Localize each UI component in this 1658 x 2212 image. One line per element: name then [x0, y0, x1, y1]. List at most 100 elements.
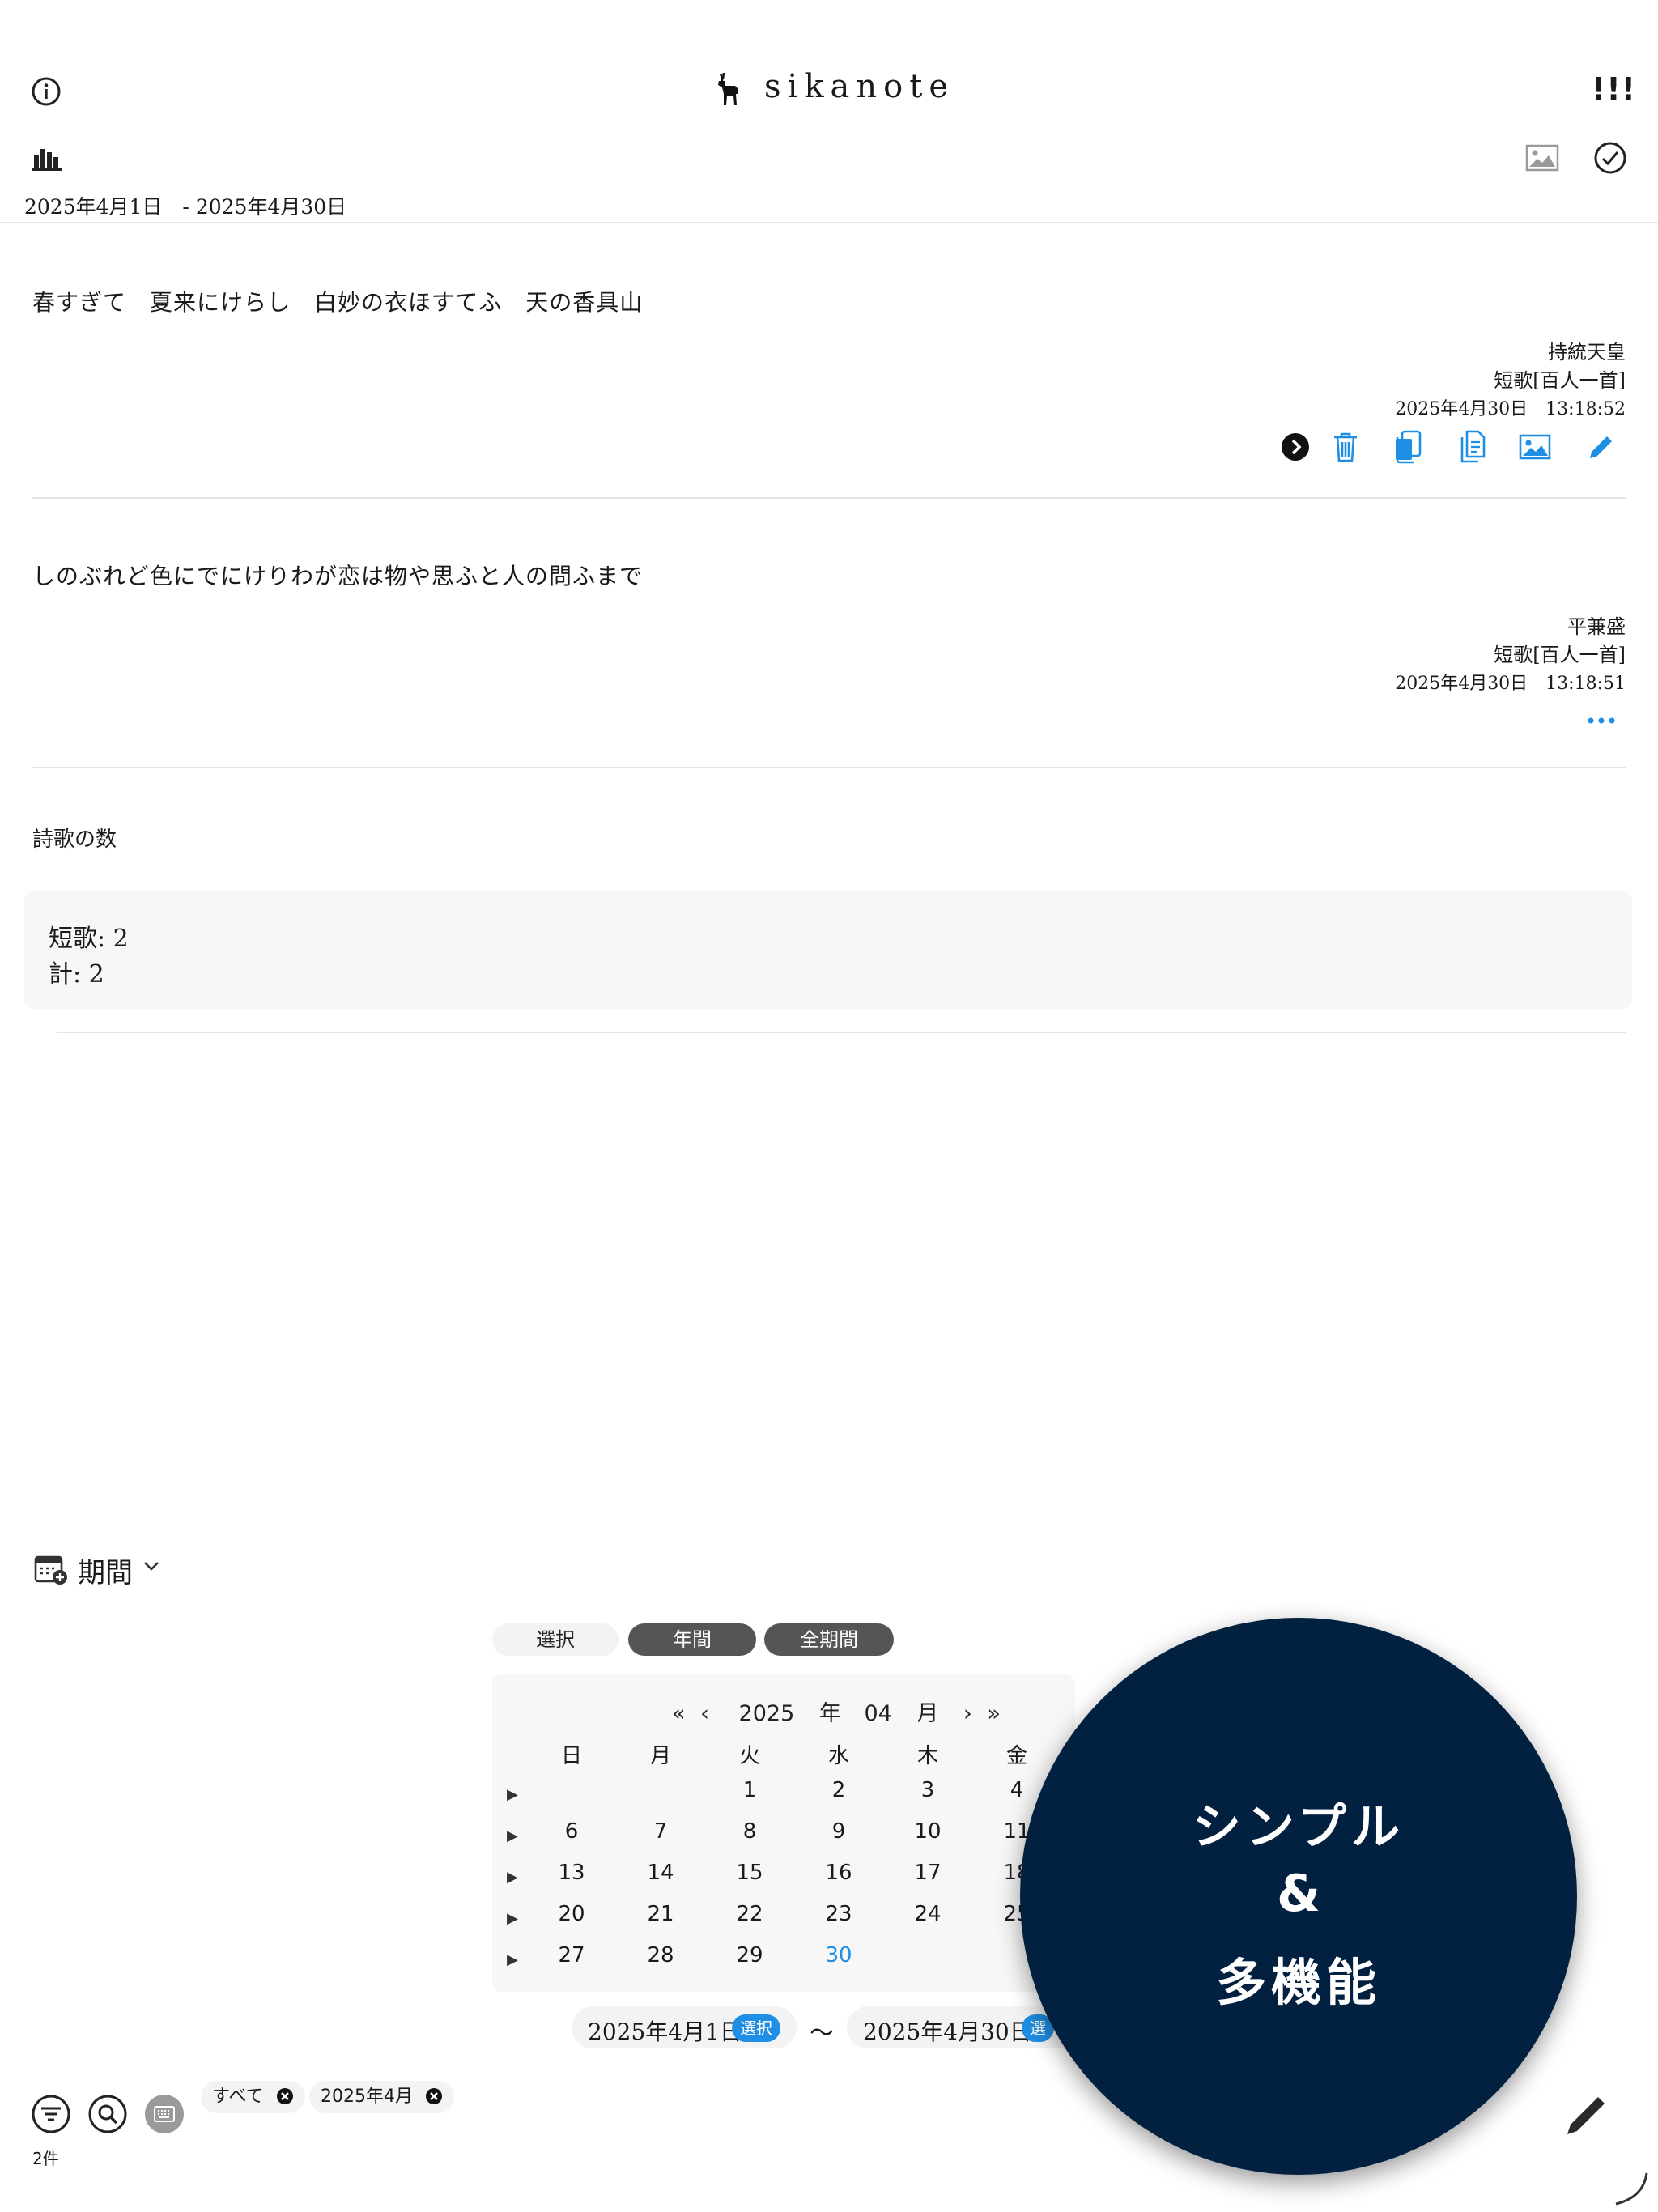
- year-unit: 年: [818, 1701, 841, 1726]
- calendar-day[interactable]: 9: [814, 1819, 863, 1844]
- calendar-nav: « ‹ 2025 年 04 月 › »: [672, 1695, 1001, 1727]
- chevron-down-icon[interactable]: [142, 1559, 160, 1572]
- stats-card: 短歌: 2 計: 2: [24, 891, 1632, 1009]
- entry-text[interactable]: しのぶれど色にでにけりわが恋は物や思ふと人の問ふまで: [32, 559, 643, 591]
- chip-label: すべて: [212, 2087, 264, 2107]
- calendar-day[interactable]: 22: [725, 1902, 774, 1926]
- entry-timestamp: 2025年4月30日 13:18:52: [1395, 399, 1626, 419]
- year-value: 2025: [738, 1701, 795, 1726]
- menu-button[interactable]: !!!: [1592, 71, 1636, 107]
- stats-divider: [57, 1032, 1626, 1033]
- filter-chip-all[interactable]: すべて: [201, 2081, 305, 2113]
- stats-total: 計: 2: [49, 960, 104, 989]
- promo-line-3: 多機能: [1215, 1953, 1381, 2012]
- prev-year-icon[interactable]: «: [672, 1701, 686, 1726]
- calendar-day[interactable]: 29: [725, 1943, 774, 1967]
- filter-icon[interactable]: [31, 2094, 71, 2134]
- entry-meta: 持統天皇 短歌[百人一首] 2025年4月30日 13:18:52: [1395, 338, 1626, 423]
- image-icon[interactable]: [1519, 434, 1551, 460]
- calendar-day[interactable]: 30: [814, 1943, 863, 1967]
- start-select-button[interactable]: 選択: [732, 2014, 780, 2042]
- week-row-expand-icon[interactable]: ▶: [507, 1869, 518, 1886]
- weekday-label: 木: [916, 1744, 938, 1768]
- info-icon[interactable]: [31, 76, 62, 107]
- entry-text[interactable]: 春すぎて 夏来にけらし 白妙の衣ほすてふ 天の香具山: [32, 285, 643, 317]
- compose-pencil-icon[interactable]: [1562, 2089, 1613, 2139]
- calendar-day[interactable]: 16: [814, 1861, 863, 1885]
- copy-icon[interactable]: [1392, 429, 1423, 465]
- month-unit: 月: [916, 1701, 939, 1726]
- weekday-label: 日: [560, 1744, 582, 1768]
- search-icon[interactable]: [87, 2094, 128, 2134]
- deer-logo-icon: [718, 72, 738, 105]
- end-date: 2025年4月30日: [863, 2018, 1032, 2045]
- calendar-day[interactable]: 17: [903, 1861, 952, 1885]
- promo-line-1: シンプル: [1192, 1799, 1405, 1856]
- next-year-icon[interactable]: »: [987, 1701, 1001, 1726]
- entry-divider: [32, 497, 1626, 499]
- calendar-day[interactable]: 1: [725, 1778, 774, 1802]
- start-date-chip[interactable]: 2025年4月1日 選択: [572, 2006, 797, 2048]
- calendar-day[interactable]: 13: [547, 1861, 596, 1885]
- calendar-day[interactable]: 8: [725, 1819, 774, 1844]
- period-label[interactable]: 期間: [78, 1551, 133, 1590]
- close-circle-icon[interactable]: [425, 2087, 443, 2105]
- close-circle-icon[interactable]: [276, 2087, 294, 2105]
- week-row-expand-icon[interactable]: ▶: [507, 1951, 518, 1968]
- calendar-day[interactable]: 6: [547, 1819, 596, 1844]
- calendar-day[interactable]: 10: [903, 1819, 952, 1844]
- entry-divider: [32, 767, 1626, 768]
- calendar-day[interactable]: 27: [547, 1943, 596, 1967]
- duplicate-icon[interactable]: [1456, 429, 1486, 465]
- next-month-icon[interactable]: ›: [963, 1701, 972, 1726]
- segment-all[interactable]: 全期間: [764, 1623, 894, 1656]
- start-date: 2025年4月1日: [588, 2018, 742, 2045]
- result-count: 2件: [32, 2149, 59, 2168]
- week-row-expand-icon[interactable]: ▶: [507, 1910, 518, 1927]
- entry-category: 短歌[百人一首]: [1494, 369, 1626, 392]
- calendar-day[interactable]: 3: [903, 1778, 952, 1802]
- entry-timestamp: 2025年4月30日 13:18:51: [1395, 674, 1626, 694]
- month-value: 04: [864, 1701, 892, 1726]
- calendar-day[interactable]: 14: [636, 1861, 685, 1885]
- pencil-icon[interactable]: [1587, 432, 1616, 462]
- calendar-day[interactable]: 28: [636, 1943, 685, 1967]
- calendar-day[interactable]: 21: [636, 1902, 685, 1926]
- header-divider: [0, 222, 1658, 223]
- calendar-day[interactable]: 20: [547, 1902, 596, 1926]
- calendar-day[interactable]: 23: [814, 1902, 863, 1926]
- entry-meta: 平兼盛 短歌[百人一首] 2025年4月30日 13:18:51: [1395, 613, 1626, 698]
- range-tilde: 〜: [810, 2019, 834, 2048]
- stats-tanka: 短歌: 2: [49, 925, 129, 953]
- calendar-day[interactable]: 7: [636, 1819, 685, 1844]
- weekday-label: 月: [649, 1744, 671, 1768]
- week-row-expand-icon[interactable]: ▶: [507, 1827, 518, 1844]
- bar-chart-icon[interactable]: [32, 146, 62, 172]
- app-title: sikanote: [764, 68, 954, 105]
- weekday-label: 火: [738, 1744, 760, 1768]
- keyboard-icon[interactable]: [144, 2094, 185, 2134]
- stats-title: 詩歌の数: [32, 827, 117, 852]
- check-circle-icon[interactable]: [1593, 141, 1627, 175]
- trash-icon[interactable]: [1331, 431, 1360, 463]
- image-icon[interactable]: [1525, 144, 1559, 172]
- promo-circle: シンプル & 多機能: [1020, 1618, 1577, 2175]
- filter-chip-month[interactable]: 2025年4月: [309, 2081, 454, 2113]
- calendar-add-icon[interactable]: [34, 1553, 68, 1585]
- calendar-day[interactable]: 24: [903, 1902, 952, 1926]
- weekday-label: 水: [827, 1744, 849, 1768]
- date-range-label: 2025年4月1日 - 2025年4月30日: [24, 195, 347, 219]
- week-row-expand-icon[interactable]: ▶: [507, 1786, 518, 1803]
- calendar-day[interactable]: 2: [814, 1778, 863, 1802]
- entry-author: 持統天皇: [1548, 341, 1626, 364]
- chevron-right-circle-icon[interactable]: [1281, 432, 1310, 462]
- segment-year[interactable]: 年間: [628, 1623, 756, 1656]
- prev-month-icon[interactable]: ‹: [700, 1701, 709, 1726]
- resize-handle-icon[interactable]: [1611, 2170, 1650, 2207]
- more-icon[interactable]: [1587, 714, 1616, 727]
- chip-label: 2025年4月: [321, 2087, 413, 2107]
- entry-author: 平兼盛: [1567, 615, 1626, 638]
- calendar-day[interactable]: 15: [725, 1861, 774, 1885]
- weekday-label: 金: [1005, 1744, 1027, 1768]
- segment-select[interactable]: 選択: [492, 1623, 619, 1656]
